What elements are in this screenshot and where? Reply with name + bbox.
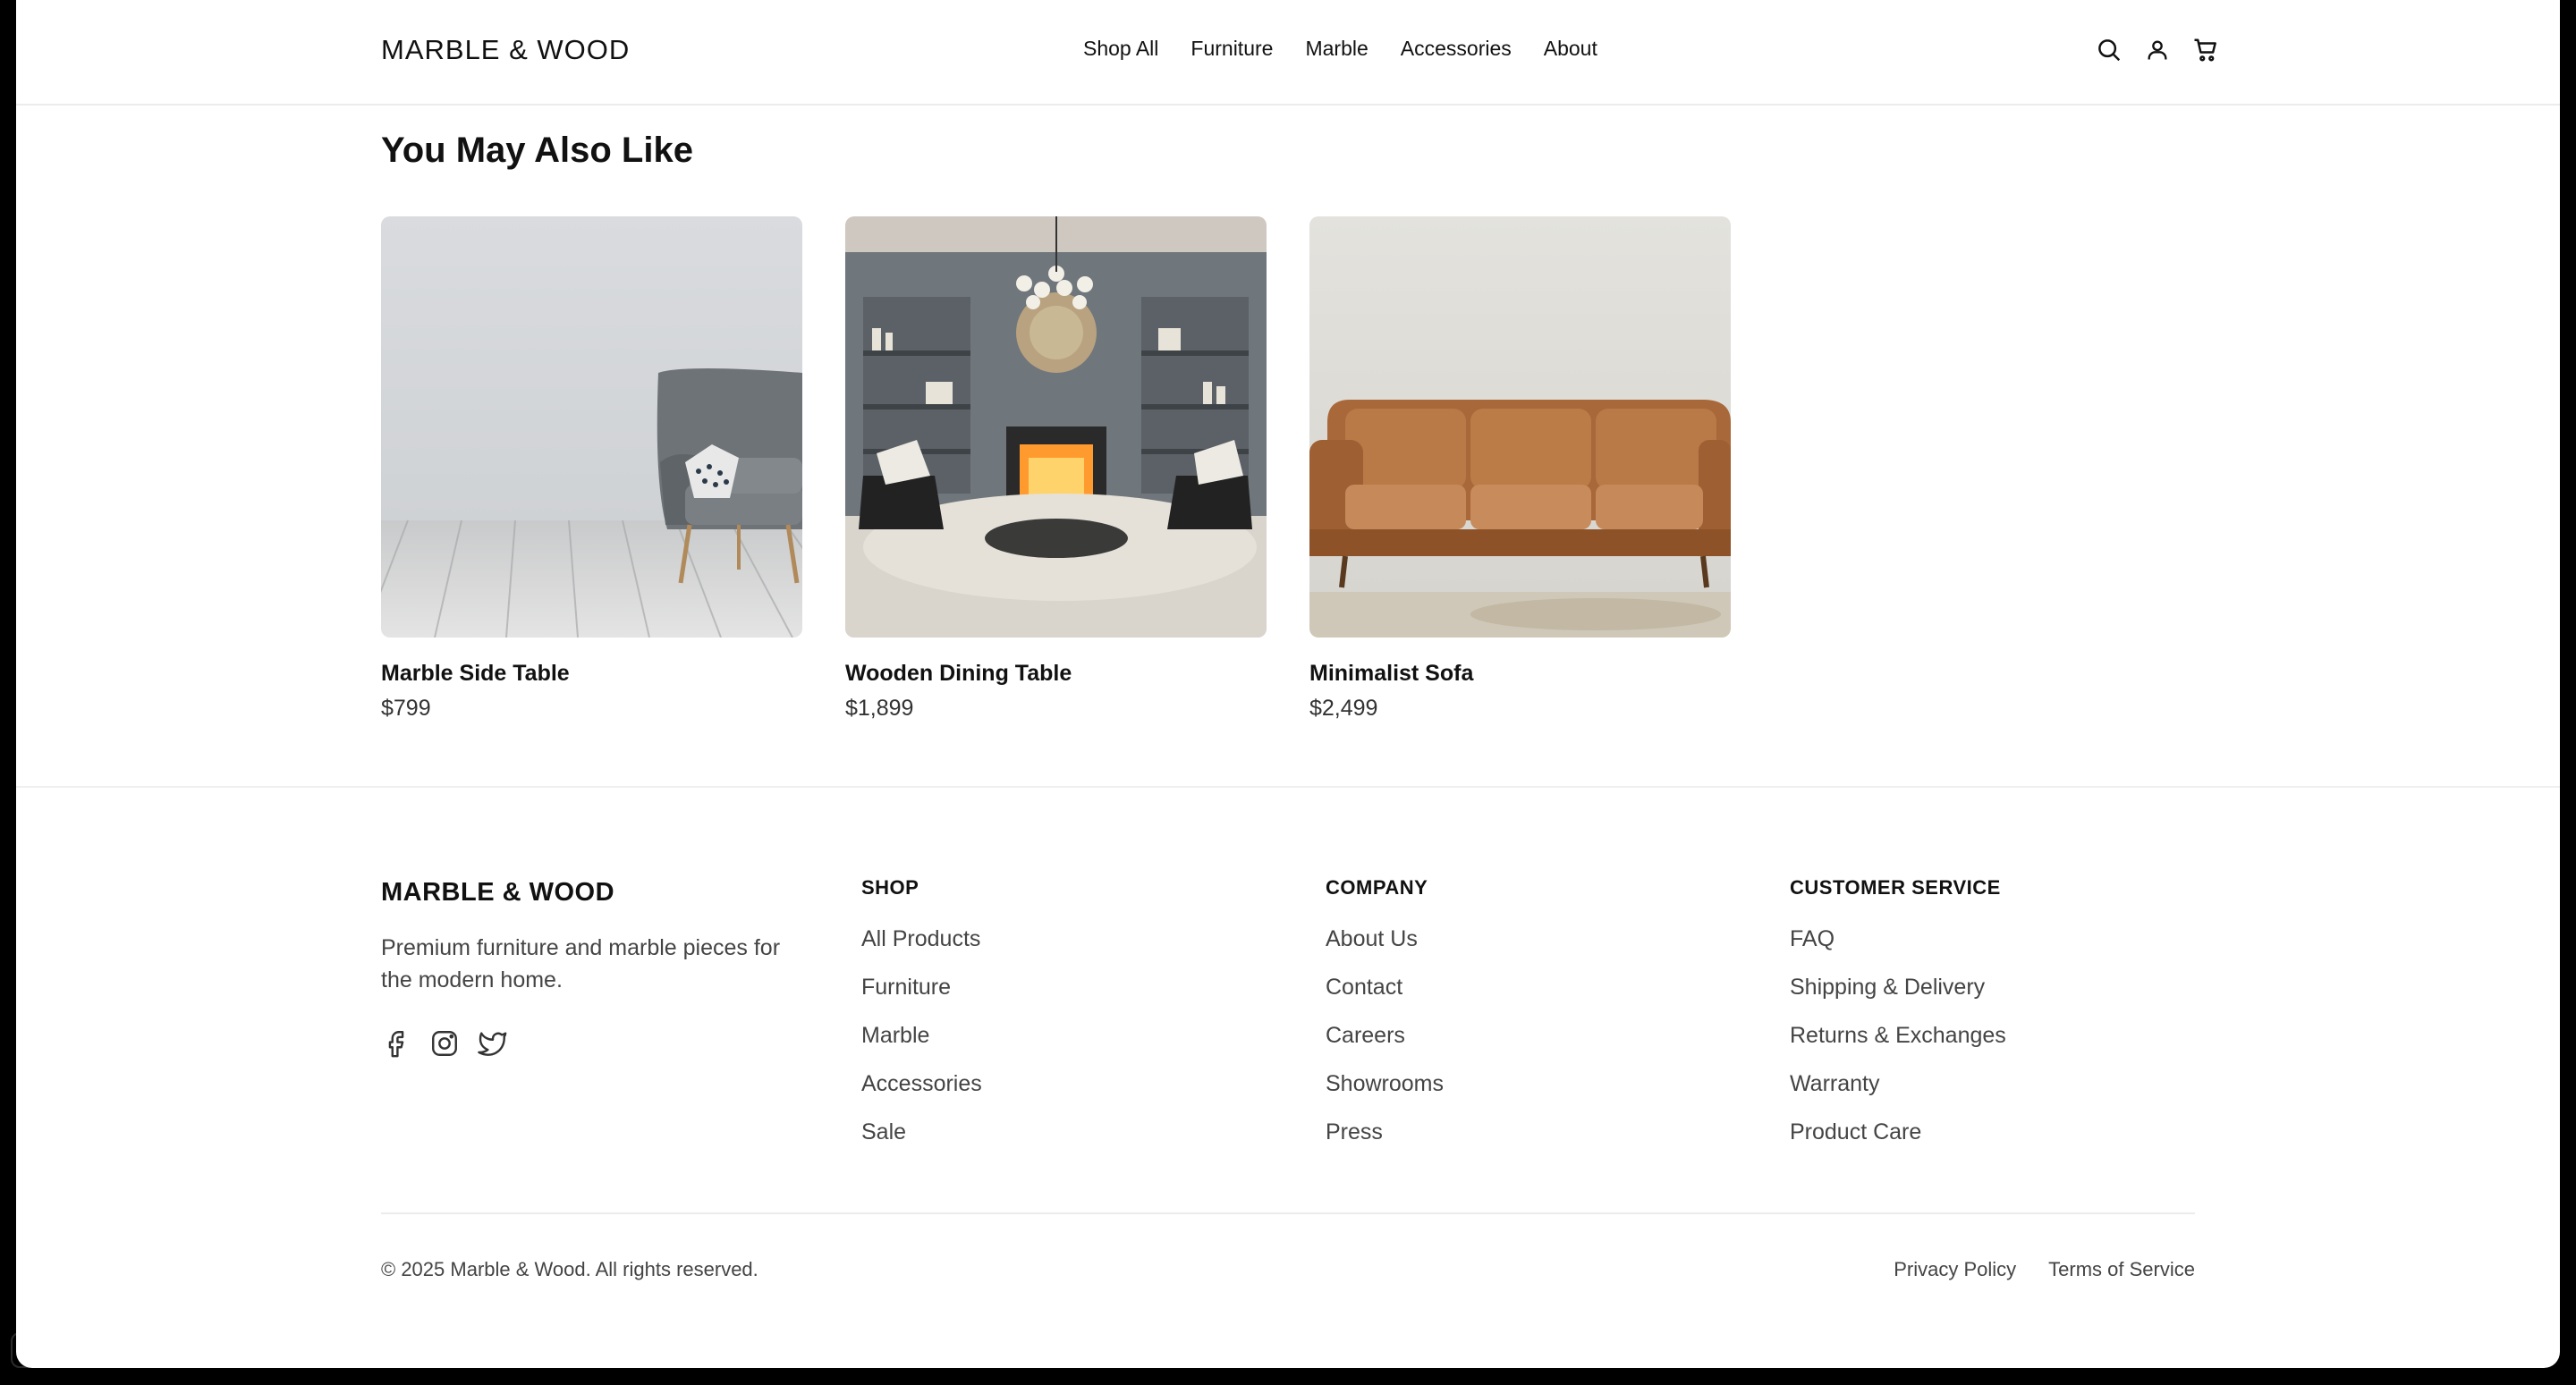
- site-logo[interactable]: MARBLE & WOOD: [381, 34, 630, 66]
- legal-links: Privacy Policy Terms of Service: [1894, 1258, 2195, 1281]
- site-header: MARBLE & WOOD Shop All Furniture Marble …: [16, 0, 2560, 106]
- footer-link[interactable]: All Products: [861, 926, 982, 975]
- footer-link[interactable]: Contact: [1326, 975, 1444, 1023]
- footer-column-heading: CUSTOMER SERVICE: [1790, 876, 2001, 899]
- footer-link[interactable]: Press: [1326, 1119, 1444, 1168]
- nav-furniture[interactable]: Furniture: [1191, 37, 1273, 61]
- product-name[interactable]: Marble Side Table: [381, 661, 802, 687]
- copyright-text: © 2025 Marble & Wood. All rights reserve…: [381, 1258, 758, 1280]
- product-price: $1,899: [845, 696, 914, 721]
- product-card[interactable]: Wooden Dining Table $1,899: [845, 216, 1267, 722]
- twitter-icon[interactable]: [478, 1028, 508, 1059]
- product-name[interactable]: Minimalist Sofa: [1309, 661, 1731, 687]
- footer-link[interactable]: Furniture: [861, 975, 982, 1023]
- footer-link[interactable]: Marble: [861, 1023, 982, 1071]
- facebook-icon[interactable]: [381, 1028, 411, 1059]
- product-name[interactable]: Wooden Dining Table: [845, 661, 1267, 687]
- footer-link[interactable]: Product Care: [1790, 1119, 2006, 1168]
- footer-link[interactable]: Sale: [861, 1119, 982, 1168]
- product-image-armchair[interactable]: [381, 216, 802, 638]
- social-links: [381, 1028, 508, 1059]
- browser-viewport: MARBLE & WOOD Shop All Furniture Marble …: [16, 0, 2560, 1368]
- nav-about[interactable]: About: [1544, 37, 1597, 61]
- nav-shop-all[interactable]: Shop All: [1083, 37, 1158, 61]
- nav-marble[interactable]: Marble: [1305, 37, 1368, 61]
- footer-link[interactable]: Returns & Exchanges: [1790, 1023, 2006, 1071]
- footer-column-heading: COMPANY: [1326, 876, 1428, 899]
- header-actions: [2093, 34, 2222, 66]
- product-price: $799: [381, 696, 431, 721]
- footer-divider: [381, 1212, 2195, 1214]
- window-bottom-edge: [0, 1368, 2576, 1385]
- footer-link[interactable]: Careers: [1326, 1023, 1444, 1071]
- footer-column-shop: SHOP All Products Furniture Marble Acces…: [861, 876, 982, 1168]
- product-card[interactable]: Marble Side Table $799: [381, 216, 802, 722]
- main-nav: Shop All Furniture Marble Accessories Ab…: [1083, 37, 1597, 61]
- privacy-policy-link[interactable]: Privacy Policy: [1894, 1258, 2016, 1281]
- footer-column-company: COMPANY About Us Contact Careers Showroo…: [1326, 876, 1444, 1168]
- footer-link[interactable]: Warranty: [1790, 1071, 2006, 1119]
- related-products-grid: Marble Side Table $799 Wooden Dining Tab…: [381, 216, 1731, 722]
- search-icon[interactable]: [2093, 34, 2125, 66]
- footer-link[interactable]: Showrooms: [1326, 1071, 1444, 1119]
- section-divider: [16, 786, 2560, 788]
- product-price: $2,499: [1309, 696, 1378, 721]
- user-icon[interactable]: [2141, 34, 2174, 66]
- footer-link[interactable]: Accessories: [861, 1071, 982, 1119]
- product-image-living-room[interactable]: [845, 216, 1267, 638]
- related-section-title: You May Also Like: [381, 131, 693, 170]
- nav-accessories[interactable]: Accessories: [1401, 37, 1512, 61]
- footer-column-heading: SHOP: [861, 876, 919, 899]
- footer-link[interactable]: About Us: [1326, 926, 1444, 975]
- footer-column-customer-service: CUSTOMER SERVICE FAQ Shipping & Delivery…: [1790, 876, 2006, 1168]
- footer-logo: MARBLE & WOOD: [381, 878, 615, 907]
- footer-tagline: Premium furniture and marble pieces for …: [381, 935, 781, 992]
- cart-icon[interactable]: [2190, 34, 2222, 66]
- product-card[interactable]: Minimalist Sofa $2,499: [1309, 216, 1731, 722]
- footer-link[interactable]: FAQ: [1790, 926, 2006, 975]
- instagram-icon[interactable]: [429, 1028, 460, 1059]
- product-image-sofa[interactable]: [1309, 216, 1731, 638]
- terms-of-service-link[interactable]: Terms of Service: [2048, 1258, 2195, 1281]
- footer-link[interactable]: Shipping & Delivery: [1790, 975, 2006, 1023]
